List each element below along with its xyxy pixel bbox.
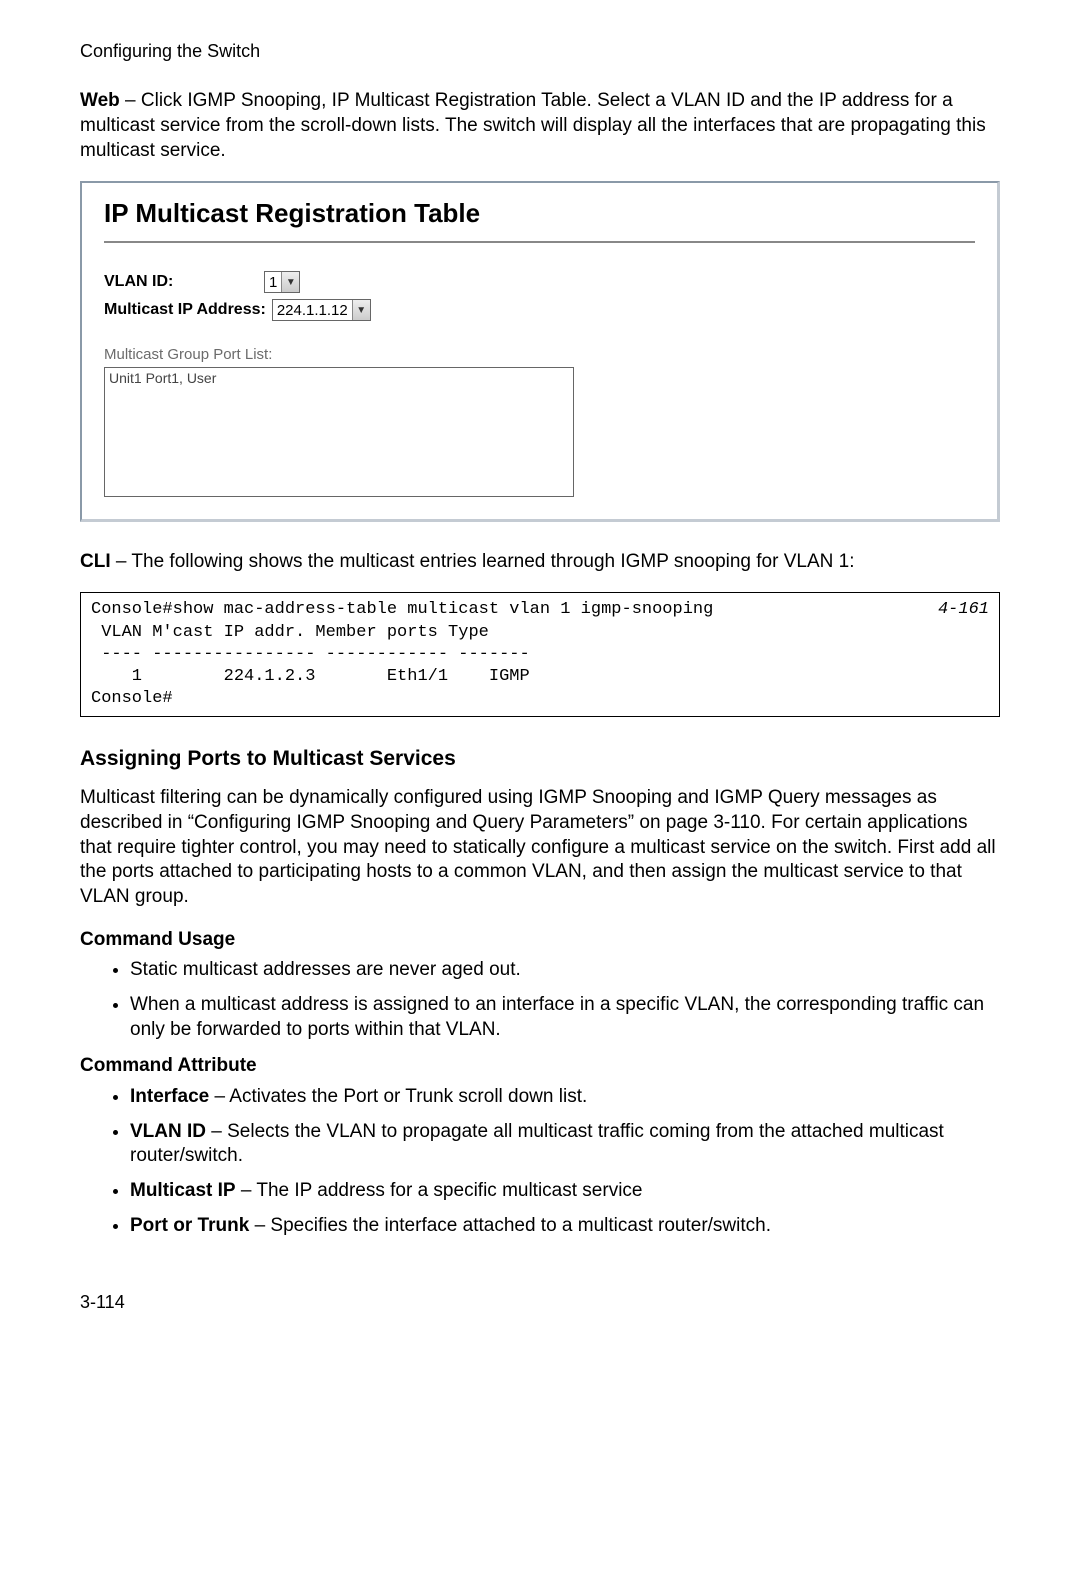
command-attribute-list: Interface – Activates the Port or Trunk …: [80, 1085, 1000, 1238]
cli-intro-text: – The following shows the multicast entr…: [111, 551, 855, 572]
vlan-id-value: 1: [265, 273, 281, 293]
port-list-item: Unit1 Port1, User: [109, 370, 216, 386]
multicast-ip-row: Multicast IP Address: 224.1.1.12 ▼: [104, 299, 975, 321]
multicast-ip-select[interactable]: 224.1.1.12 ▼: [272, 299, 371, 321]
cli-intro-bold: CLI: [80, 551, 111, 572]
list-item: Interface – Activates the Port or Trunk …: [130, 1085, 1000, 1110]
vlan-id-row: VLAN ID: 1 ▼: [104, 271, 975, 293]
cli-line-1: Console#show mac-address-table multicast…: [91, 600, 713, 619]
port-list-label: Multicast Group Port List:: [104, 345, 975, 365]
attr-text: – Specifies the interface attached to a …: [249, 1215, 771, 1236]
section-para: Multicast filtering can be dynamically c…: [80, 786, 1000, 909]
cli-line-5: Console#: [91, 689, 173, 708]
command-usage-list: Static multicast addresses are never age…: [80, 958, 1000, 1042]
web-intro-text: – Click IGMP Snooping, IP Multicast Regi…: [80, 90, 986, 160]
command-usage-title: Command Usage: [80, 928, 1000, 953]
page-number: 3-114: [80, 1291, 1000, 1314]
port-list-box[interactable]: Unit1 Port1, User: [104, 367, 574, 497]
list-item: VLAN ID – Selects the VLAN to propagate …: [130, 1120, 1000, 1169]
multicast-ip-label: Multicast IP Address:: [104, 300, 266, 321]
attr-bold: VLAN ID: [130, 1121, 206, 1142]
attr-text: – Selects the VLAN to propagate all mult…: [130, 1121, 944, 1167]
web-intro-bold: Web: [80, 90, 120, 111]
web-ui-panel: IP Multicast Registration Table VLAN ID:…: [80, 181, 1000, 521]
chevron-down-icon: ▼: [281, 272, 299, 292]
cli-line-2: VLAN M'cast IP addr. Member ports Type: [91, 623, 489, 642]
list-item: Port or Trunk – Specifies the interface …: [130, 1214, 1000, 1239]
cli-page-ref: 4-161: [938, 599, 989, 621]
vlan-id-label: VLAN ID:: [104, 272, 258, 293]
attr-bold: Port or Trunk: [130, 1215, 249, 1236]
cli-line-4: 1 224.1.2.3 Eth1/1 IGMP: [91, 667, 530, 686]
multicast-ip-value: 224.1.1.12: [273, 301, 352, 321]
web-ui-title: IP Multicast Registration Table: [104, 197, 975, 231]
cli-line-3: ---- ---------------- ------------ -----…: [91, 645, 530, 664]
divider: [104, 241, 975, 243]
attr-text: – The IP address for a specific multicas…: [236, 1180, 643, 1201]
list-item: When a multicast address is assigned to …: [130, 993, 1000, 1042]
chevron-down-icon: ▼: [352, 300, 370, 320]
list-item: Multicast IP – The IP address for a spec…: [130, 1179, 1000, 1204]
command-attribute-title: Command Attribute: [80, 1054, 1000, 1079]
attr-bold: Multicast IP: [130, 1180, 236, 1201]
list-item: Static multicast addresses are never age…: [130, 958, 1000, 983]
cli-output-box: Console#show mac-address-table multicast…: [80, 592, 1000, 716]
attr-bold: Interface: [130, 1086, 209, 1107]
attr-text: – Activates the Port or Trunk scroll dow…: [209, 1086, 587, 1107]
page-header: Configuring the Switch: [80, 40, 1000, 63]
cli-intro-para: CLI – The following shows the multicast …: [80, 550, 1000, 575]
vlan-id-select[interactable]: 1 ▼: [264, 271, 300, 293]
section-title: Assigning Ports to Multicast Services: [80, 745, 1000, 772]
web-intro-para: Web – Click IGMP Snooping, IP Multicast …: [80, 89, 1000, 163]
